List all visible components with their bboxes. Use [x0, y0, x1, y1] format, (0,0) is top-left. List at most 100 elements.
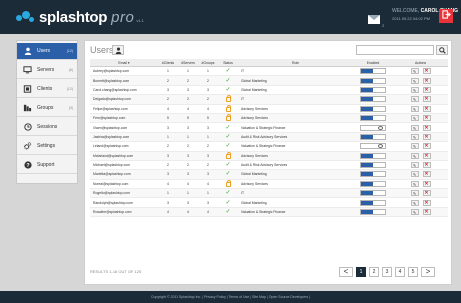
delete-button[interactable]: ✕ [422, 162, 431, 169]
enabled-toggle[interactable] [360, 115, 386, 122]
sidebar-item-servers[interactable]: Servers (6) [17, 62, 77, 79]
enabled-toggle[interactable] [360, 124, 386, 131]
enabled-toggle[interactable] [360, 68, 386, 75]
cell-groups: 3 [207, 87, 209, 92]
edit-button[interactable]: ✎ [410, 209, 419, 216]
delete-button[interactable]: ✕ [422, 199, 431, 206]
page-button[interactable]: 5 [408, 267, 418, 277]
lock-icon [225, 114, 231, 122]
page-button[interactable]: 1 [356, 267, 366, 277]
page-button[interactable]: 4 [395, 267, 405, 277]
column-header-status[interactable]: Status [218, 61, 238, 65]
column-header-role[interactable]: Role [238, 61, 353, 65]
enabled-toggle[interactable] [360, 199, 386, 206]
add-user-button[interactable] [112, 45, 124, 55]
edit-button[interactable]: ✎ [410, 77, 419, 84]
next-page-button[interactable]: > [421, 267, 435, 277]
table-row[interactable]: Noreal@splashtop.com 4 4 4 Advisory Services… [90, 179, 448, 190]
delete-button[interactable]: ✕ [422, 115, 431, 122]
table-row[interactable]: Gwen@splashtop.com 3 3 3 ✓ Valuation & Strate… [90, 123, 448, 133]
delete-button[interactable]: ✕ [422, 105, 431, 112]
search-button[interactable] [436, 45, 448, 55]
table-row[interactable]: Randolph@splashtop.com 3 3 3 ✓ Global Marketi… [90, 198, 448, 208]
toggle-knob [361, 200, 373, 205]
enabled-toggle[interactable] [360, 162, 386, 169]
search-input[interactable] [356, 45, 434, 55]
sidebar-item-groups[interactable]: Groups (3) [17, 100, 77, 117]
device-icon [23, 85, 32, 93]
sidebar-item-count: (12) [66, 49, 73, 53]
enabled-toggle[interactable] [360, 190, 386, 197]
enabled-toggle[interactable] [360, 105, 386, 112]
table-row[interactable]: Rogelio@splashtop.com 1 1 1 ✓ IT ✎ ✕ [90, 189, 448, 199]
edit-button[interactable]: ✎ [410, 68, 419, 75]
enabled-toggle[interactable] [360, 209, 386, 216]
delete-button[interactable]: ✕ [422, 96, 431, 103]
column-header-servers[interactable]: #Servers [178, 61, 198, 65]
table-row[interactable]: Mcfarland@splashtop.com 3 3 3 Advisory Servi… [90, 151, 448, 161]
delete-button[interactable]: ✕ [422, 209, 431, 216]
edit-button[interactable]: ✎ [410, 115, 419, 122]
enabled-toggle[interactable] [360, 96, 386, 103]
table-row[interactable]: Carol.chang@splashtop.com 3 3 3 ✓ Global Mark… [90, 86, 448, 96]
sidebar-item-users[interactable]: Users (12) [17, 43, 77, 60]
delete-button[interactable]: ✕ [422, 171, 431, 178]
table-row[interactable]: Rosaline@splashtop.com 4 4 4 ✓ Valuation & St… [90, 207, 448, 218]
sidebar-item-support[interactable]: ? Support [17, 157, 77, 174]
edit-button[interactable]: ✎ [410, 152, 419, 159]
cell-actions: ✎ ✕ [393, 180, 448, 187]
sidebar-item-settings[interactable]: Settings [17, 138, 77, 155]
table-row[interactable]: Marietta@splashtop.com 3 3 3 ✓ Global Marketi… [90, 170, 448, 180]
edit-button[interactable]: ✎ [410, 133, 419, 140]
delete-button[interactable]: ✕ [422, 133, 431, 140]
edit-button[interactable]: ✎ [410, 190, 419, 197]
delete-button[interactable]: ✕ [422, 124, 431, 131]
table-row[interactable]: Felipe@splashtop.com 4 4 4 Advisory Services… [90, 104, 448, 114]
delete-button[interactable]: ✕ [422, 152, 431, 159]
edit-button[interactable]: ✎ [410, 124, 419, 131]
cell-groups: 2 [207, 97, 209, 102]
enabled-toggle[interactable] [360, 86, 386, 93]
sidebar-item-clients[interactable]: Clients (12) [17, 81, 77, 98]
edit-button[interactable]: ✎ [410, 180, 419, 187]
enabled-toggle[interactable] [360, 77, 386, 84]
delete-button[interactable]: ✕ [422, 143, 431, 150]
delete-button[interactable]: ✕ [422, 86, 431, 93]
prev-page-button[interactable]: < [339, 267, 353, 277]
cell-role: Valuation & Strategic Finance [241, 144, 286, 149]
delete-button[interactable]: ✕ [422, 180, 431, 187]
page-button[interactable]: 3 [382, 267, 392, 277]
table-row[interactable]: Fern@splashtop.com 5 5 5 Advisory Services ✎ ✕ [90, 113, 448, 124]
edit-button[interactable]: ✎ [410, 105, 419, 112]
table-row[interactable]: Michael@splashtop.com 2 2 2 ✓ Audit & Risk Ad… [90, 161, 448, 171]
column-header-clients[interactable]: #Clients [158, 61, 178, 65]
table-row[interactable]: Burnett@splashtop.com 2 2 2 ✓ Global Marketin… [90, 76, 448, 86]
table-row[interactable]: Jashira@splashtop.com 1 1 1 ✓ Audit & Risk Ad… [90, 132, 448, 143]
enabled-toggle[interactable] [360, 171, 386, 178]
enabled-toggle[interactable] [360, 152, 386, 159]
splashtop-logo[interactable]: splashtop pro v1.1 [16, 8, 144, 26]
edit-button[interactable]: ✎ [410, 96, 419, 103]
edit-button[interactable]: ✎ [410, 86, 419, 93]
check-icon: ✓ [225, 190, 231, 197]
edit-button[interactable]: ✎ [410, 171, 419, 178]
page-button[interactable]: 2 [369, 267, 379, 277]
enabled-toggle[interactable] [360, 180, 386, 187]
table-row[interactable]: Leland@splashtop.com 2 2 2 ✓ Valuation & Stra… [90, 142, 448, 152]
edit-button[interactable]: ✎ [410, 162, 419, 169]
column-header-email[interactable]: Email ▾ [90, 61, 158, 65]
delete-button[interactable]: ✕ [422, 190, 431, 197]
enabled-toggle[interactable] [360, 133, 386, 140]
enabled-toggle[interactable] [360, 143, 386, 150]
delete-button[interactable]: ✕ [422, 77, 431, 84]
table-row[interactable]: Delgado@splashtop.com 2 2 2 IT ✎ ✕ [90, 95, 448, 105]
column-header-groups[interactable]: #Groups [198, 61, 218, 65]
table-row[interactable]: Aubrey@splashtop.com 1 1 1 ✓ IT ✎ ✕ [90, 67, 448, 77]
edit-button[interactable]: ✎ [410, 143, 419, 150]
logout-button[interactable] [439, 9, 453, 23]
edit-button[interactable]: ✎ [410, 199, 419, 206]
footer: Copyright © 2011 Splashtop Inc. | Privac… [0, 291, 461, 303]
mail-icon[interactable] [368, 15, 380, 24]
delete-button[interactable]: ✕ [422, 68, 431, 75]
sidebar-item-sessions[interactable]: Sessions [17, 119, 77, 136]
